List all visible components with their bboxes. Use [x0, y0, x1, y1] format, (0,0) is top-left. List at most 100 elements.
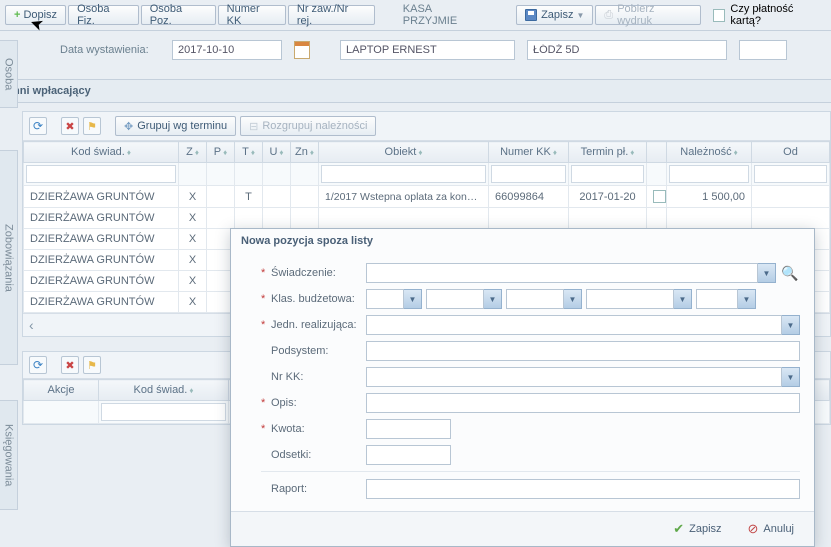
- chevron-down-icon[interactable]: ▼: [404, 289, 422, 309]
- dopisz-button[interactable]: +Dopisz: [5, 5, 66, 25]
- input-swiadczenie[interactable]: [366, 263, 758, 283]
- lbl-odsetki: Odsetki:: [271, 449, 366, 461]
- col-od[interactable]: Od: [752, 142, 830, 163]
- zapisz-button[interactable]: Zapisz▼: [516, 5, 593, 25]
- data-wystawienia-label: Data wystawienia:: [60, 44, 160, 56]
- main-toolbar: +Dopisz Osoba Fiz. Osoba Poz. Numer KK N…: [0, 0, 831, 31]
- side-tab-zobowiazania[interactable]: Zobowiązania: [0, 150, 18, 365]
- header-form: Data wystawienia:: [0, 31, 831, 69]
- chevron-down-icon[interactable]: ▼: [674, 289, 692, 309]
- nr-zaw-button[interactable]: Nr zaw./Nr rej.: [288, 5, 375, 25]
- modal-nowa-pozycja: Nowa pozycja spoza listy *Świadczenie: ▼…: [230, 228, 815, 547]
- lodz-input[interactable]: [527, 40, 727, 60]
- lower-filter-kod[interactable]: [101, 403, 226, 421]
- input-raport[interactable]: [366, 479, 800, 499]
- disk-icon: [525, 9, 537, 21]
- section-inni: Inni wpłacający: [0, 79, 831, 103]
- modal-footer: ✔Zapisz ⊘Anuluj: [231, 511, 814, 546]
- plus-icon: +: [14, 9, 20, 21]
- grupuj-button[interactable]: ✥Grupuj wg terminu: [115, 116, 236, 136]
- input-klas5[interactable]: [696, 289, 738, 309]
- calendar-icon[interactable]: [294, 41, 310, 59]
- col-akcje[interactable]: Akcje: [24, 380, 99, 401]
- chevron-down-icon[interactable]: ▼: [782, 315, 800, 335]
- cancel-icon: ⊘: [748, 521, 759, 537]
- filter-obiekt[interactable]: [321, 165, 486, 183]
- modal-anuluj-button[interactable]: ⊘Anuluj: [742, 519, 800, 539]
- side-tab-ksiegowania[interactable]: Księgowania: [0, 400, 18, 510]
- lower-delete-button[interactable]: ✖: [61, 356, 79, 374]
- flag-icon: ⚑: [87, 359, 97, 372]
- col-zn[interactable]: Zn♦: [291, 142, 319, 163]
- table-row[interactable]: DZIERŻAWA GRUNTÓWX: [24, 208, 830, 229]
- x-icon: ✖: [65, 120, 74, 133]
- rozgrupuj-button[interactable]: ⊟Rozgrupuj należności: [240, 116, 376, 136]
- input-klas2[interactable]: [426, 289, 484, 309]
- chevron-down-icon[interactable]: ▼: [738, 289, 756, 309]
- checkbox-icon[interactable]: [713, 9, 726, 22]
- last-input[interactable]: [739, 40, 787, 60]
- input-klas4[interactable]: [586, 289, 674, 309]
- data-wystawienia-input[interactable]: [172, 40, 282, 60]
- col-check[interactable]: [647, 142, 667, 163]
- lbl-klas: Klas. budżetowa:: [271, 293, 366, 305]
- lower-flag-button[interactable]: ⚑: [83, 356, 101, 374]
- input-kwota[interactable]: [366, 419, 451, 439]
- scroll-left-icon[interactable]: ‹: [29, 317, 34, 333]
- osoba-poz-button[interactable]: Osoba Poz.: [141, 5, 216, 25]
- flag-button[interactable]: ⚑: [83, 117, 101, 135]
- input-odsetki[interactable]: [366, 445, 451, 465]
- input-klas1[interactable]: [366, 289, 404, 309]
- lbl-raport: Raport:: [271, 483, 366, 495]
- col-kod[interactable]: Kod świad.♦: [24, 142, 179, 163]
- chevron-down-icon[interactable]: ▼: [484, 289, 502, 309]
- filter-termin[interactable]: [571, 165, 644, 183]
- chevron-down-icon[interactable]: ▼: [758, 263, 776, 283]
- table-header: Kod świad.♦ Z♦ P♦ T♦ U♦ Zn♦ Obiekt♦ Nume…: [24, 142, 830, 163]
- czy-karta-check[interactable]: Czy płatność kartą?: [713, 3, 826, 27]
- col-numer-kk[interactable]: Numer KK♦: [489, 142, 569, 163]
- chevron-down-icon[interactable]: ▼: [782, 367, 800, 387]
- search-icon[interactable]: 🔍: [780, 263, 800, 283]
- col-termin[interactable]: Termin pł.♦: [569, 142, 647, 163]
- delete-button[interactable]: ✖: [61, 117, 79, 135]
- numer-kk-button[interactable]: Numer KK: [218, 5, 286, 25]
- input-opis[interactable]: [366, 393, 800, 413]
- col-obiekt[interactable]: Obiekt♦: [319, 142, 489, 163]
- lbl-kwota: Kwota:: [271, 423, 366, 435]
- col-u[interactable]: U♦: [263, 142, 291, 163]
- refresh-button[interactable]: ⟳: [29, 117, 47, 135]
- refresh-icon: ⟳: [33, 119, 43, 133]
- kasa-label: KASA PRZYJMIE: [389, 3, 502, 27]
- print-icon: ⎙: [604, 9, 613, 22]
- filter-kod[interactable]: [26, 165, 176, 183]
- col-kod2[interactable]: Kod świad.♦: [99, 380, 229, 401]
- dopisz-label: Dopisz: [23, 9, 57, 21]
- input-podsystem[interactable]: [366, 341, 800, 361]
- lbl-nrkk: Nr KK:: [271, 371, 366, 383]
- lbl-opis: Opis:: [271, 397, 366, 409]
- filter-kk[interactable]: [491, 165, 566, 183]
- col-naleznosc[interactable]: Należność♦: [667, 142, 752, 163]
- table-row[interactable]: DZIERŻAWA GRUNTÓWXT1/2017 Wstepna oplata…: [24, 186, 830, 208]
- col-p[interactable]: P♦: [207, 142, 235, 163]
- lower-refresh-button[interactable]: ⟳: [29, 356, 47, 374]
- grid-toolbar: ⟳ ✖ ⚑ ✥Grupuj wg terminu ⊟Rozgrupuj nale…: [23, 112, 830, 141]
- czy-karta-label: Czy płatność kartą?: [730, 3, 826, 27]
- col-t[interactable]: T♦: [235, 142, 263, 163]
- col-z[interactable]: Z♦: [179, 142, 207, 163]
- input-jedn[interactable]: [366, 315, 782, 335]
- pobierz-button[interactable]: ⎙Pobierz wydruk: [595, 5, 700, 25]
- filter-od[interactable]: [754, 165, 827, 183]
- side-tab-osoba[interactable]: Osoba: [0, 40, 18, 108]
- lbl-swiadczenie: Świadczenie:: [271, 267, 366, 279]
- filter-nalez[interactable]: [669, 165, 749, 183]
- input-klas3[interactable]: [506, 289, 564, 309]
- osoba-fiz-button[interactable]: Osoba Fiz.: [68, 5, 139, 25]
- refresh-icon: ⟳: [33, 358, 43, 372]
- modal-zapisz-button[interactable]: ✔Zapisz: [667, 519, 727, 539]
- input-nrkk[interactable]: [366, 367, 782, 387]
- flag-icon: ⚑: [87, 120, 97, 133]
- chevron-down-icon[interactable]: ▼: [564, 289, 582, 309]
- laptop-input[interactable]: [340, 40, 515, 60]
